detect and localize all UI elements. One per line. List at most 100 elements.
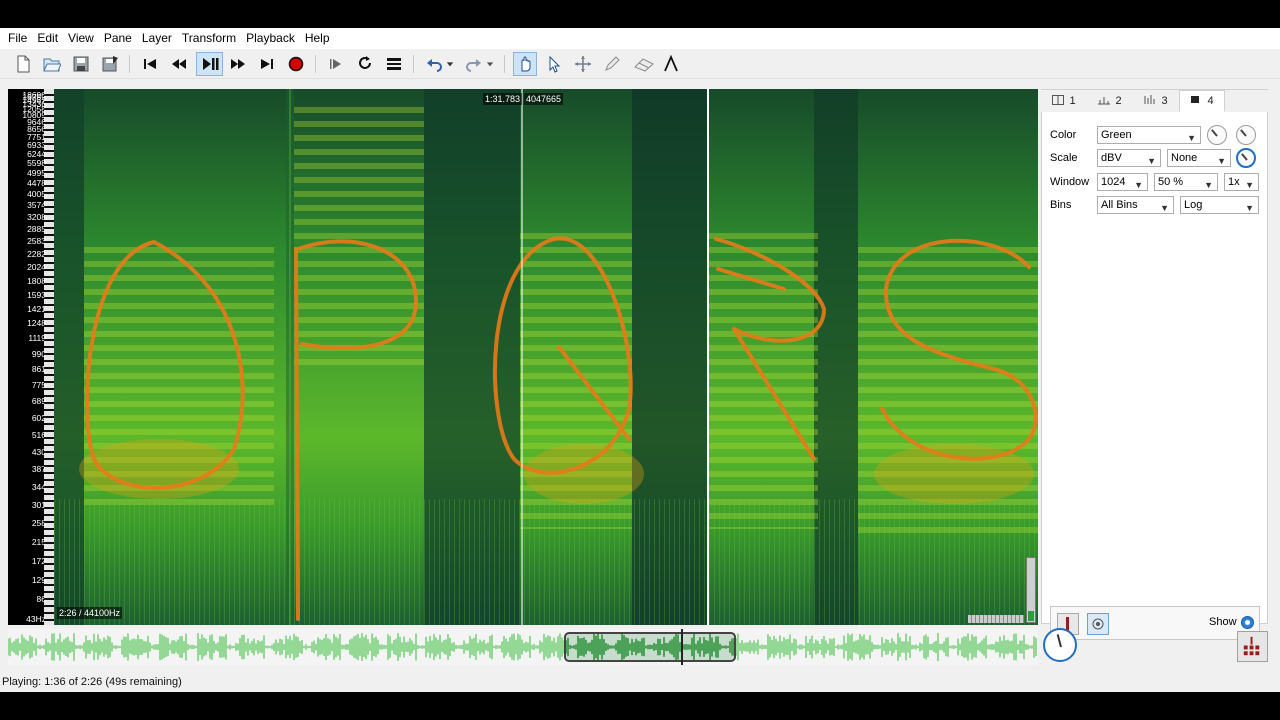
scale-tick-label: 990 [31,348,46,359]
window-label: Window [1050,176,1090,188]
tab-2[interactable]: 2 [1087,90,1133,112]
scale-tick-label: 172 [31,555,46,566]
show-toggle[interactable] [1241,616,1254,629]
duration-rate-label: 2:26 / 44100Hz [57,607,123,619]
overview-viewport[interactable] [564,632,736,662]
spectrogram-view[interactable]: 1:31.783 4047665 2:26 / 44100Hz [54,89,1038,625]
fast-forward-icon[interactable] [226,52,250,76]
scale-tick-label: 3574 [27,200,46,211]
menu-view[interactable]: View [63,28,99,49]
toolbar-separator [315,55,316,73]
scale-tick-label: 5598 [27,158,46,169]
menu-help[interactable]: Help [300,28,335,49]
menu-bar: File Edit View Pane Layer Transform Play… [0,28,1280,49]
scale-tick-label: 2583 [27,236,46,247]
scale-tick-label: 861 [31,364,46,375]
loop-icon[interactable] [353,52,377,76]
vertical-zoom-slider[interactable] [1026,557,1036,623]
scale-tick-label: 516 [31,429,46,440]
scale-select[interactable]: dBV ▼ [1097,149,1161,167]
layer-play-icon[interactable] [1087,613,1109,635]
menu-transform[interactable]: Transform [177,28,241,49]
scale-tick-label: 3208 [27,211,46,222]
bins-select[interactable]: All Bins ▼ [1097,196,1174,214]
property-panel: Color Green ▼ Scale dBV ▼ None ▼ Window 102… [1041,89,1268,640]
erase-icon[interactable] [630,52,658,76]
playhead-frame-label: 4047665 [524,93,564,105]
chevron-down-icon: ▼ [1160,203,1169,213]
playback-speed-dial[interactable] [1043,628,1077,662]
toolbar-separator [504,55,505,73]
oversample-select[interactable]: 1x ▼ [1224,173,1259,191]
chevron-down-icon: ▼ [1245,180,1254,190]
show-label: Show [1209,616,1237,628]
menu-file[interactable]: File [3,28,32,49]
measure-icon[interactable] [659,52,683,76]
layer-tabs: 1 2 3 4 [1041,90,1268,112]
color-gain-dial[interactable] [1207,125,1227,145]
move-icon[interactable] [571,52,595,76]
new-file-icon[interactable] [11,52,35,76]
toolbar [0,49,1280,79]
normalize-select[interactable]: None ▼ [1167,149,1231,167]
scale-tick-label: 1593 [27,289,46,300]
forward-end-icon[interactable] [255,52,279,76]
scale-tick-label: 1421 [27,303,46,314]
select-arrow-icon[interactable] [542,52,566,76]
navigate-hand-icon[interactable] [513,52,537,76]
layer-summary-icon[interactable] [1237,631,1268,662]
scale-tick-label: 689 [31,396,46,407]
main-pane[interactable]: 18690 16752 14987 13436 12058 10809 9646 8656 77… [8,89,1038,625]
draw-pencil-icon[interactable] [600,52,624,76]
scale-tick-label: 4478 [27,178,46,189]
save-as-icon[interactable] [98,52,122,76]
bins-scale-select[interactable]: Log ▼ [1180,196,1259,214]
piano-keyboard[interactable] [44,89,54,625]
chevron-down-icon: ▼ [1187,133,1196,143]
chevron-down-icon: ▼ [1217,156,1226,166]
spectrogram-icon [1144,94,1156,108]
scale-gain-dial[interactable] [1236,148,1256,168]
play-selection-icon[interactable] [324,52,348,76]
chevron-down-icon: ▼ [1245,203,1254,213]
open-folder-icon[interactable] [40,52,64,76]
chevron-down-icon: ▼ [1204,180,1213,190]
bins-label: Bins [1050,199,1072,211]
window-overlap-select[interactable]: 50 % ▼ [1154,173,1218,191]
scale-tick-label: 430 [31,446,46,457]
scale-tick-label: 86 [36,594,46,605]
scale-tick-label: 215 [31,536,46,547]
menu-edit[interactable]: Edit [32,28,63,49]
overview-waveform[interactable] [7,629,1038,665]
window-size-select[interactable]: 1024 ▼ [1097,173,1148,191]
scale-tick-label: 129 [31,574,46,585]
scale-tick-label: 301 [31,500,46,511]
tab-3[interactable]: 3 [1133,90,1179,112]
color-select[interactable]: Green ▼ [1097,126,1201,144]
record-icon[interactable] [284,52,308,76]
tab-1[interactable]: 1 [1041,90,1087,112]
save-icon[interactable] [69,52,93,76]
horizontal-zoom-slider[interactable] [968,615,1024,623]
ruler-icon [1098,95,1111,108]
menu-playback[interactable]: Playback [241,28,300,49]
play-pause-icon[interactable] [196,52,223,76]
menu-layer[interactable]: Layer [137,28,177,49]
rewind-start-icon[interactable] [138,52,162,76]
overview-waveform-canvas [7,633,1037,661]
undo-icon[interactable] [422,52,446,76]
undo-dropdown-icon[interactable] [444,52,456,76]
menu-pane[interactable]: Pane [99,28,137,49]
scale-tick-label: 4005 [27,189,46,200]
scale-tick-label: 387 [31,464,46,475]
tab-4[interactable]: 4 [1179,90,1225,112]
rewind-icon[interactable] [167,52,191,76]
color-rotate-dial[interactable] [1236,125,1256,145]
overview-playhead [681,629,683,665]
redo-dropdown-icon[interactable] [484,52,496,76]
spectrogram-canvas [54,89,1038,625]
scale-tick-label: 2885 [27,223,46,234]
redo-icon[interactable] [462,52,486,76]
solo-icon[interactable] [382,52,406,76]
scale-tick-label: 4995 [27,168,46,179]
